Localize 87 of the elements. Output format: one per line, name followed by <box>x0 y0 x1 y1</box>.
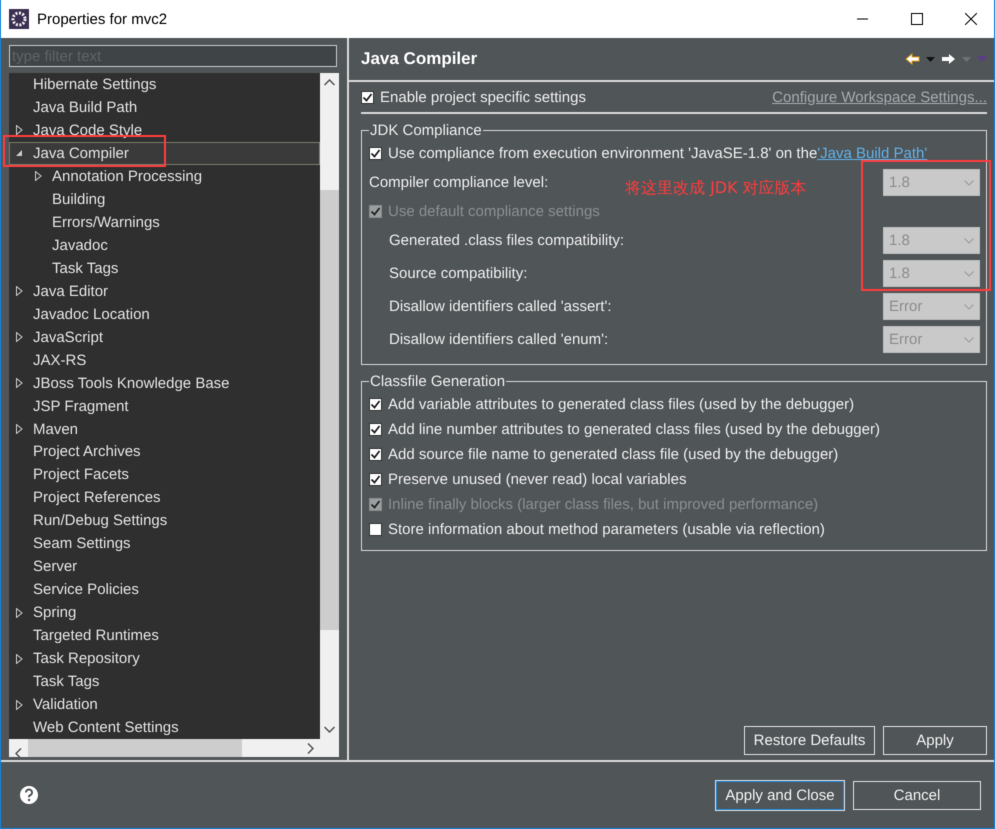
tree-item[interactable]: Javadoc <box>9 234 320 257</box>
scrollbar-thumb[interactable] <box>28 739 242 757</box>
checkbox-label: Add line number attributes to generated class files (used by the debugger) <box>388 421 880 438</box>
dropdown-caret-icon[interactable] <box>926 56 935 62</box>
checkbox-label: Store information about method parameters (usable via reflection) <box>388 521 825 538</box>
expanded-arrow-icon[interactable] <box>16 150 23 157</box>
chevron-down-icon <box>964 180 974 186</box>
checkbox[interactable] <box>369 523 382 536</box>
tree-item[interactable]: Targeted Runtimes <box>9 624 320 648</box>
scroll-right-icon[interactable] <box>307 742 314 754</box>
tree-item[interactable]: Project Archives <box>9 440 320 464</box>
chevron-down-icon <box>964 304 974 310</box>
page-title: Java Compiler <box>361 49 478 69</box>
tree-item[interactable]: Server <box>9 555 320 578</box>
tree-item[interactable]: Java Build Path <box>9 96 320 119</box>
apply-and-close-button[interactable]: Apply and Close <box>716 780 844 810</box>
tree-item[interactable]: Seam Settings <box>9 532 320 556</box>
tree-item[interactable]: Javadoc Location <box>9 302 320 326</box>
field-label: Source compatibility: <box>389 265 528 282</box>
field-label: Compiler compliance level: <box>369 174 548 191</box>
checkbox[interactable] <box>369 147 382 160</box>
scroll-up-icon[interactable] <box>324 79 335 86</box>
collapsed-arrow-icon[interactable] <box>16 424 23 434</box>
tree-item[interactable]: Annotation Processing <box>9 164 320 188</box>
app-icon <box>9 9 29 29</box>
collapsed-arrow-icon[interactable] <box>16 700 23 710</box>
collapsed-arrow-icon[interactable] <box>16 378 23 388</box>
tree-item[interactable]: Project References <box>9 486 320 510</box>
collapsed-arrow-icon[interactable] <box>16 608 23 618</box>
scroll-left-icon[interactable] <box>15 748 22 759</box>
checkbox-label: Add variable attributes to generated class files (used by the debugger) <box>388 396 854 413</box>
tree-item[interactable]: Run/Debug Settings <box>9 509 320 532</box>
checkbox-label: Use default compliance settings <box>388 203 600 220</box>
field-label: Disallow identifiers called 'assert': <box>389 298 612 315</box>
window-title: Properties for mvc2 <box>37 10 168 28</box>
chevron-down-icon <box>964 270 974 276</box>
collapsed-arrow-icon[interactable] <box>16 332 23 342</box>
checkbox[interactable] <box>369 398 382 411</box>
checkbox-label: Inline finally blocks (larger class files, but improved performance) <box>388 496 818 513</box>
collapsed-arrow-icon[interactable] <box>16 125 23 136</box>
tree-item[interactable]: Java Code Style <box>9 118 320 142</box>
tree-item[interactable]: JavaScript <box>9 326 320 349</box>
group-title: Classfile Generation <box>369 373 506 390</box>
apply-button[interactable]: Apply <box>883 726 987 755</box>
tree-item[interactable]: Java Compiler <box>9 142 320 165</box>
tree-item[interactable]: Java Editor <box>9 280 320 303</box>
tree-item[interactable]: JAX-RS <box>9 348 320 372</box>
tree-item[interactable]: Spring <box>9 601 320 624</box>
forward-arrow-icon[interactable] <box>941 53 956 65</box>
checkbox[interactable] <box>369 473 382 486</box>
group-title: JDK Compliance <box>369 122 483 139</box>
checkbox[interactable] <box>369 448 382 461</box>
tree-item[interactable]: Building <box>9 188 320 211</box>
field-label: Generated .class files compatibility: <box>389 232 624 249</box>
checkbox[interactable] <box>369 423 382 436</box>
scrollbar-thumb[interactable] <box>320 190 339 630</box>
tree-item[interactable]: Errors/Warnings <box>9 210 320 234</box>
checkbox-label: Preserve unused (never read) local variables <box>388 471 686 488</box>
tree-item[interactable]: Validation <box>9 693 320 716</box>
collapsed-arrow-icon[interactable] <box>35 171 42 182</box>
chevron-down-icon <box>964 336 974 342</box>
tree-item[interactable]: Web Content Settings <box>9 716 320 740</box>
collapsed-arrow-icon[interactable] <box>16 286 23 296</box>
collapsed-arrow-icon[interactable] <box>16 654 23 664</box>
chevron-down-icon <box>964 238 974 244</box>
restore-defaults-button[interactable]: Restore Defaults <box>744 726 875 755</box>
annotation-text: 将这里改成 JDK 对应版本 <box>625 178 807 199</box>
tree-item[interactable]: Task Tags <box>9 256 320 280</box>
checkbox-label: Use compliance from execution environment 'JavaSE-1.8' on the <box>388 145 818 162</box>
tree-item[interactable]: Hibernate Settings <box>9 73 320 96</box>
checkbox[interactable] <box>361 90 374 104</box>
tree-item[interactable]: Task Tags <box>9 670 320 694</box>
tree-item[interactable]: Task Repository <box>9 647 320 670</box>
close-icon <box>965 13 977 25</box>
tree-item[interactable]: Maven <box>9 418 320 440</box>
scroll-down-icon[interactable] <box>324 726 335 733</box>
checkbox-label: Enable project specific settings <box>380 88 586 106</box>
tree-item[interactable]: Service Policies <box>9 578 320 602</box>
back-arrow-icon[interactable] <box>905 53 920 65</box>
cancel-button[interactable]: Cancel <box>853 780 981 810</box>
maximize-icon <box>911 13 923 25</box>
tree-item[interactable]: JBoss Tools Knowledge Base <box>9 372 320 395</box>
field-label: Disallow identifiers called 'enum': <box>389 331 608 348</box>
checkbox-label: Add source file name to generated class file (used by the debugger) <box>388 446 838 463</box>
help-icon[interactable] <box>19 785 39 805</box>
tree-item[interactable]: JSP Fragment <box>9 394 320 418</box>
tree-item[interactable]: Project Facets <box>9 463 320 486</box>
